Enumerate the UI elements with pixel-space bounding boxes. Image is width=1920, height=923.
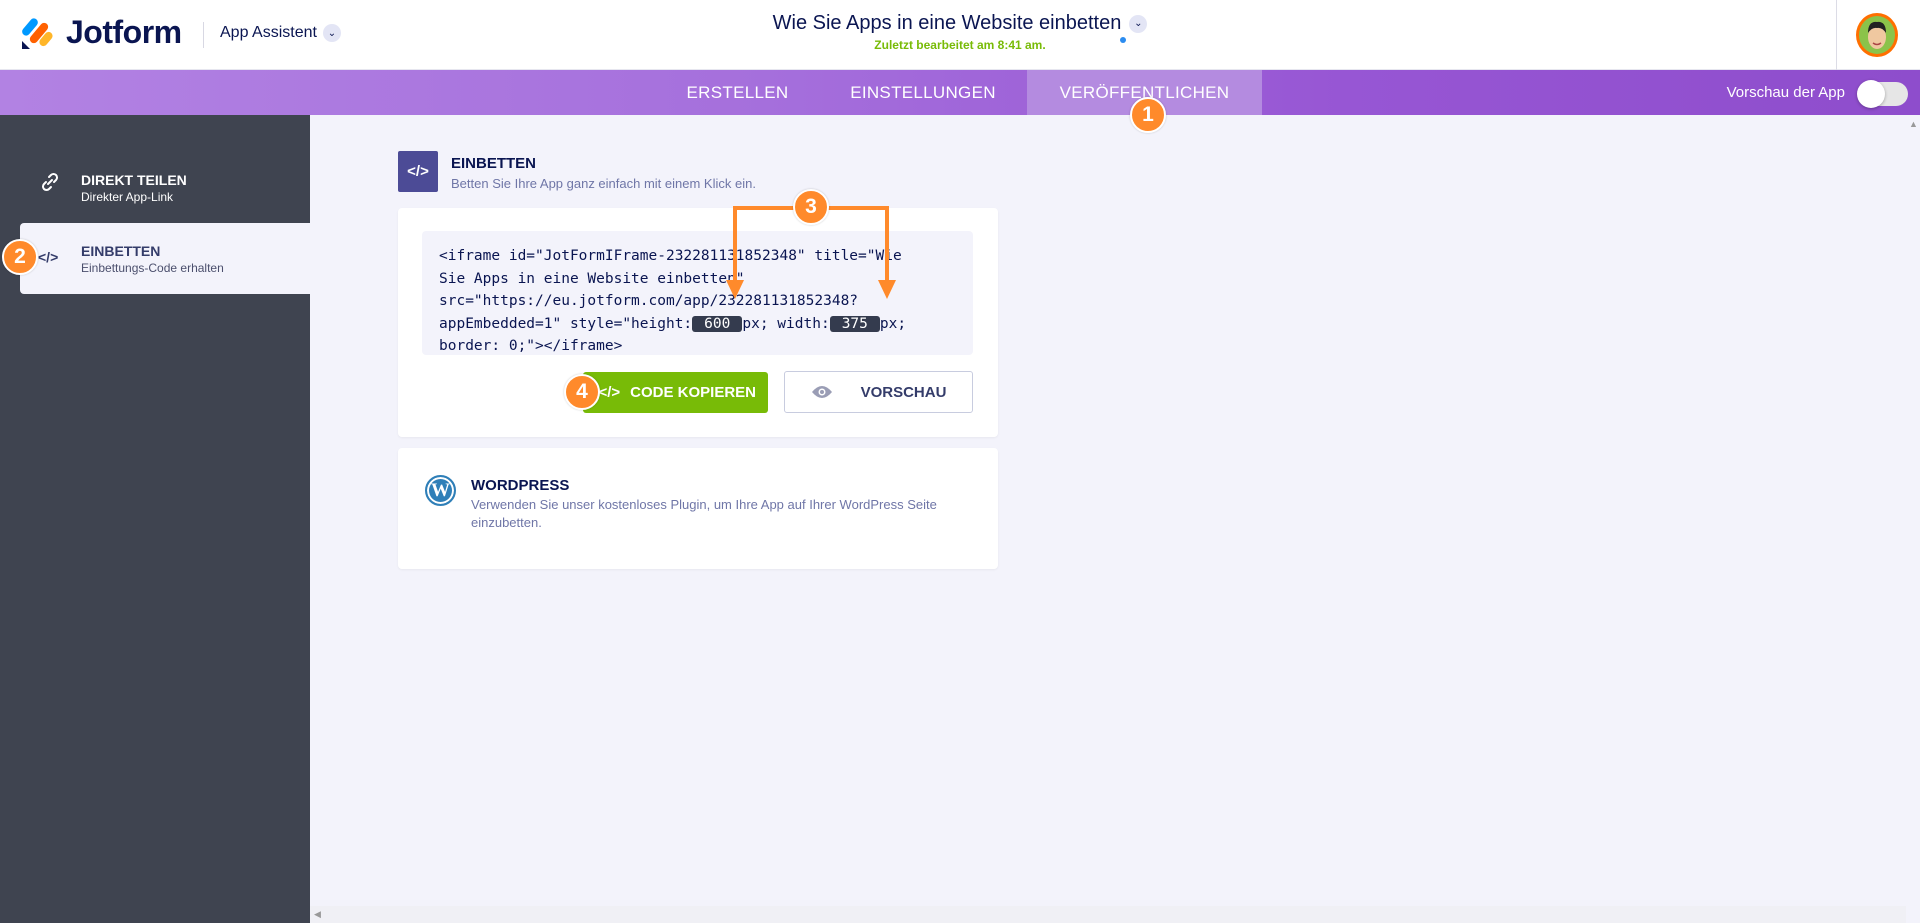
- sidebar-item-title: EINBETTEN: [81, 243, 161, 259]
- arrow-head-icon: [726, 280, 744, 299]
- chevron-down-icon[interactable]: ⌄: [1129, 14, 1148, 33]
- sidebar-item-title: DIREKT TEILEN: [81, 172, 187, 188]
- copy-code-button[interactable]: </> CODE KOPIEREN: [583, 372, 768, 413]
- app-preview-toggle[interactable]: [1857, 80, 1908, 108]
- sidebar-item-subtitle: Direkter App-Link: [81, 190, 174, 204]
- sidebar-item-embed[interactable]: </> EINBETTEN Einbettungs-Code erhalten: [20, 223, 310, 294]
- section-subtitle: Betten Sie Ihre App ganz einfach mit ein…: [451, 176, 756, 191]
- annotation-badge-2: 2: [2, 239, 38, 275]
- code-line: px;: [879, 315, 907, 332]
- document-title-area: Wie Sie Apps in eine Website einbetten ⌄…: [0, 12, 1920, 52]
- main-nav: ERSTELLEN EINSTELLUNGEN VERÖFFENTLICHEN: [0, 70, 1920, 115]
- eye-icon: [811, 386, 832, 398]
- tab-erstellen[interactable]: ERSTELLEN: [660, 70, 815, 115]
- toggle-knob: [1857, 80, 1885, 108]
- scroll-up-icon[interactable]: ▲: [1909, 119, 1918, 129]
- copy-code-label: CODE KOPIEREN: [630, 384, 756, 401]
- last-edited-status: Zuletzt bearbeitet am 8:41 am.: [874, 38, 1046, 52]
- sidebar-item-direct-share[interactable]: DIREKT TEILEN Direkter App-Link: [20, 150, 310, 221]
- preview-label: VORSCHAU: [860, 383, 947, 401]
- wordpress-description: Verwenden Sie unser kostenloses Plugin, …: [471, 497, 937, 530]
- code-icon: </>: [598, 384, 621, 401]
- code-line: border: 0;"></iframe>: [439, 338, 623, 354]
- wordpress-icon: W: [425, 475, 456, 506]
- preview-button[interactable]: VORSCHAU: [784, 371, 973, 413]
- scroll-left-icon[interactable]: ◀: [314, 909, 321, 920]
- annotation-badge-4: 4: [564, 374, 600, 410]
- code-icon: </>: [38, 249, 59, 265]
- arrow-head-icon: [878, 280, 896, 299]
- code-line: appEmbedded=1" style="height:: [439, 315, 693, 332]
- height-value: 600: [692, 315, 743, 332]
- avatar[interactable]: [1856, 13, 1898, 57]
- width-value: 375: [829, 315, 880, 332]
- horizontal-scrollbar[interactable]: ◀: [310, 906, 1906, 923]
- code-line: px; width:: [742, 315, 830, 332]
- section-title: EINBETTEN: [451, 155, 537, 172]
- sidebar-item-subtitle: Einbettungs-Code erhalten: [81, 261, 224, 275]
- annotation-badge-3: 3: [793, 189, 829, 225]
- tab-einstellungen[interactable]: EINSTELLUNGEN: [830, 70, 1016, 115]
- wordpress-title: WORDPRESS: [471, 477, 570, 494]
- document-title-text: Wie Sie Apps in eine Website einbetten: [772, 12, 1122, 34]
- code-icon: </>: [398, 151, 438, 192]
- user-face-icon: [1868, 21, 1886, 49]
- link-icon: [40, 172, 60, 197]
- document-title[interactable]: Wie Sie Apps in eine Website einbetten ⌄: [773, 12, 1148, 35]
- annotation-badge-1: 1: [1130, 97, 1166, 133]
- divider: [1836, 0, 1837, 70]
- vertical-scrollbar[interactable]: ▲: [1906, 115, 1920, 923]
- unsaved-indicator-dot: [1120, 37, 1126, 43]
- app-preview-label: Vorschau der App: [1726, 84, 1845, 101]
- code-line: Sie Apps in eine Website einbetten": [439, 270, 745, 287]
